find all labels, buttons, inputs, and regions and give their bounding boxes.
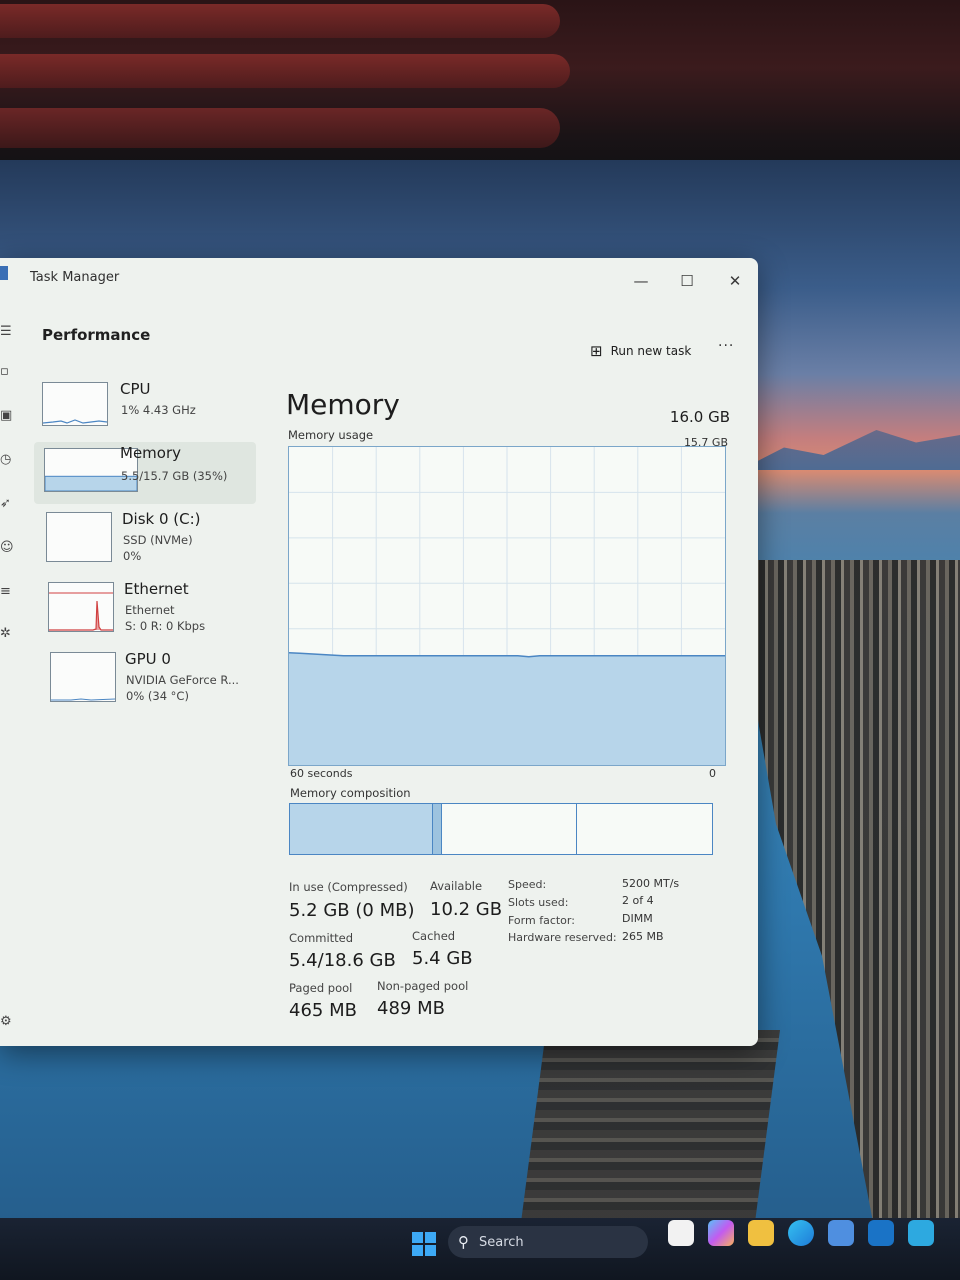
sidebar-item-detail: Ethernet bbox=[125, 603, 175, 617]
in-use-value: 5.2 GB (0 MB) bbox=[289, 900, 415, 921]
photos-icon[interactable] bbox=[908, 1220, 934, 1246]
startup-apps-icon[interactable]: ➶ bbox=[0, 496, 20, 511]
taskbar-pinned-apps bbox=[668, 1220, 934, 1246]
committed-value: 5.4/18.6 GB bbox=[289, 950, 396, 971]
wallpaper-pier-lower bbox=[520, 1030, 780, 1230]
composition-in-use bbox=[290, 804, 434, 854]
search-icon: ⚲ bbox=[458, 1233, 469, 1251]
speed-value: 5200 MT/s bbox=[622, 877, 680, 890]
background-object bbox=[0, 108, 560, 148]
run-task-icon: ⊞ bbox=[590, 342, 603, 360]
in-use-label: In use (Compressed) bbox=[289, 880, 408, 894]
start-logo-tile bbox=[425, 1245, 436, 1256]
outlook-icon[interactable] bbox=[868, 1220, 894, 1246]
non-paged-pool-label: Non-paged pool bbox=[377, 979, 469, 993]
processes-icon[interactable]: ▫ bbox=[0, 364, 20, 379]
start-logo-tile bbox=[425, 1232, 436, 1243]
speed-label: Speed: bbox=[508, 878, 547, 891]
app-history-icon[interactable]: ◷ bbox=[0, 452, 20, 467]
more-options-button[interactable]: ··· bbox=[718, 338, 734, 354]
background-object bbox=[0, 54, 570, 88]
run-new-task-label: Run new task bbox=[610, 344, 692, 358]
nav-rail: ☰ ▫ ▣ ◷ ➶ ☺ ≡ ✲ ⚙ bbox=[0, 304, 22, 1046]
background-object bbox=[0, 4, 560, 38]
sidebar-item-detail: SSD (NVMe) bbox=[123, 533, 193, 547]
slots-used-label: Slots used: bbox=[508, 896, 569, 909]
non-paged-pool-value: 489 MB bbox=[377, 998, 445, 1019]
slots-used-value: 2 of 4 bbox=[622, 894, 654, 907]
memory-usage-graph bbox=[288, 446, 726, 766]
start-logo-tile bbox=[412, 1245, 423, 1256]
sidebar-item-label: Ethernet bbox=[124, 580, 189, 598]
monitor-bezel bbox=[0, 0, 960, 170]
ethernet-thumbnail-graph bbox=[48, 582, 114, 632]
composition-standby bbox=[442, 804, 577, 854]
task-view-icon[interactable] bbox=[668, 1220, 694, 1246]
start-button-icon[interactable] bbox=[412, 1232, 436, 1256]
taskbar-search-placeholder: Search bbox=[479, 1234, 524, 1250]
form-factor-value: DIMM bbox=[622, 912, 653, 925]
sidebar-item-detail: NVIDIA GeForce R... bbox=[126, 673, 239, 687]
sidebar-item-disk[interactable]: Disk 0 (C:) SSD (NVMe) 0% bbox=[34, 508, 256, 570]
microsoft-store-icon[interactable] bbox=[828, 1220, 854, 1246]
window-title: Task Manager bbox=[30, 270, 120, 285]
sidebar-item-label: CPU bbox=[120, 380, 151, 398]
hardware-reserved-value: 265 MB bbox=[622, 930, 664, 943]
details-icon[interactable]: ≡ bbox=[0, 584, 20, 599]
memory-usage-label: Memory usage bbox=[288, 428, 374, 442]
sidebar-item-label: Memory bbox=[120, 444, 182, 462]
cpu-thumbnail-graph bbox=[42, 382, 108, 426]
title-bar[interactable]: Task Manager — ☐ ✕ bbox=[0, 258, 758, 304]
close-button[interactable]: ✕ bbox=[720, 272, 750, 290]
memory-usage-area bbox=[289, 652, 725, 765]
file-explorer-icon[interactable] bbox=[748, 1220, 774, 1246]
settings-gear-icon[interactable]: ⚙ bbox=[0, 1014, 20, 1029]
paged-pool-value: 465 MB bbox=[289, 1000, 357, 1021]
memory-composition-bar bbox=[289, 803, 713, 855]
copilot-icon[interactable] bbox=[708, 1220, 734, 1246]
users-icon[interactable]: ☺ bbox=[0, 540, 20, 555]
disk-thumbnail-graph bbox=[46, 512, 112, 562]
start-logo-tile bbox=[412, 1232, 423, 1243]
task-manager-window: Task Manager — ☐ ✕ ☰ ▫ ▣ ◷ ➶ ☺ ≡ ✲ ⚙ Per… bbox=[0, 258, 758, 1046]
sidebar-item-cpu[interactable]: CPU 1% 4.43 GHz bbox=[34, 378, 256, 440]
task-manager-icon bbox=[0, 266, 8, 280]
committed-label: Committed bbox=[289, 931, 354, 945]
edge-browser-icon[interactable] bbox=[788, 1220, 814, 1246]
run-new-task-button[interactable]: ⊞ Run new task bbox=[590, 342, 691, 360]
sidebar-item-detail: 0% (34 °C) bbox=[126, 689, 189, 703]
performance-icon[interactable]: ▣ bbox=[0, 408, 20, 423]
memory-composition-label: Memory composition bbox=[290, 786, 411, 800]
form-factor-label: Form factor: bbox=[508, 914, 575, 927]
sidebar-item-detail: 1% 4.43 GHz bbox=[121, 403, 196, 417]
hardware-reserved-label: Hardware reserved: bbox=[508, 931, 617, 944]
page-title: Performance bbox=[42, 326, 151, 344]
cached-value: 5.4 GB bbox=[412, 948, 473, 969]
sidebar-item-label: Disk 0 (C:) bbox=[122, 510, 201, 528]
sidebar-item-ethernet[interactable]: Ethernet Ethernet S: 0 R: 0 Kbps bbox=[34, 578, 256, 640]
memory-total: 16.0 GB bbox=[669, 408, 730, 426]
sidebar-item-gpu[interactable]: GPU 0 NVIDIA GeForce R... 0% (34 °C) bbox=[34, 648, 256, 710]
sidebar-item-detail: 0% bbox=[123, 549, 142, 563]
services-icon[interactable]: ✲ bbox=[0, 626, 20, 641]
taskbar-search[interactable]: ⚲ Search bbox=[448, 1226, 648, 1258]
paged-pool-label: Paged pool bbox=[289, 981, 353, 995]
sidebar-item-detail: 5.5/15.7 GB (35%) bbox=[121, 469, 228, 483]
available-value: 10.2 GB bbox=[430, 899, 503, 920]
maximize-button[interactable]: ☐ bbox=[672, 272, 702, 290]
gpu-thumbnail-graph bbox=[50, 652, 116, 702]
sidebar-item-memory[interactable]: Memory 5.5/15.7 GB (35%) bbox=[34, 442, 256, 504]
sidebar-item-label: GPU 0 bbox=[125, 650, 171, 668]
minimize-button[interactable]: — bbox=[626, 272, 656, 290]
composition-free bbox=[577, 804, 712, 854]
hamburger-menu-icon[interactable]: ☰ bbox=[0, 324, 20, 339]
time-axis-label: 60 seconds bbox=[290, 767, 353, 780]
sidebar-item-detail: S: 0 R: 0 Kbps bbox=[125, 619, 206, 633]
graph-zero-label: 0 bbox=[709, 767, 716, 780]
memory-title: Memory bbox=[286, 388, 400, 421]
cached-label: Cached bbox=[412, 929, 456, 943]
composition-modified bbox=[433, 804, 442, 854]
available-label: Available bbox=[430, 879, 483, 893]
